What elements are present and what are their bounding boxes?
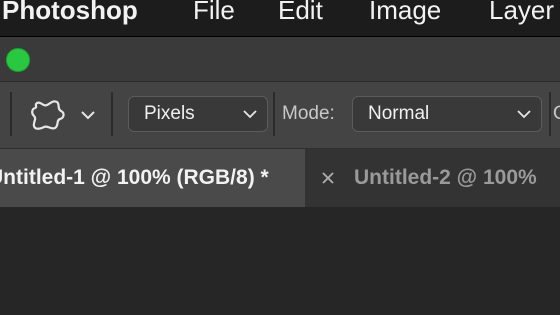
chevron-down-icon	[517, 110, 531, 119]
canvas-workspace[interactable]	[0, 208, 560, 315]
document-tab-active[interactable]: Untitled-1 @ 100% (RGB/8) *	[0, 149, 305, 207]
chevron-down-icon	[243, 110, 257, 119]
menu-image[interactable]: Image	[369, 0, 441, 32]
window-zoom-button[interactable]	[6, 48, 30, 72]
mode-label: Mode:	[282, 103, 335, 124]
units-dropdown[interactable]: Pixels	[128, 96, 268, 132]
chevron-down-icon[interactable]	[80, 109, 96, 121]
units-dropdown-value: Pixels	[144, 103, 195, 124]
document-tab-bar: Untitled-1 @ 100% (RGB/8) * Untitled-2 @…	[0, 149, 560, 208]
window-title-bar	[0, 37, 560, 82]
menu-app-photoshop[interactable]: Photoshop	[2, 0, 138, 32]
tab-title: Untitled-2 @ 100%	[354, 166, 537, 189]
options-divider	[549, 92, 551, 136]
macos-menu-bar: Photoshop File Edit Image Layer	[0, 0, 560, 37]
options-divider	[10, 92, 12, 136]
tab-title: Untitled-1 @ 100% (RGB/8) *	[0, 166, 269, 189]
mode-dropdown-value: Normal	[368, 103, 430, 124]
document-tab[interactable]: Untitled-2 @ 100%	[306, 149, 560, 207]
menu-edit[interactable]: Edit	[278, 0, 323, 32]
truncated-option-label: O	[553, 96, 560, 132]
options-divider	[111, 92, 113, 136]
mode-dropdown[interactable]: Normal	[352, 96, 542, 132]
tool-options-bar: Pixels Mode: Normal O	[0, 82, 560, 149]
puzzle-shape-icon[interactable]	[29, 99, 67, 133]
options-divider	[273, 92, 275, 136]
close-icon[interactable]	[320, 170, 336, 186]
menu-layer[interactable]: Layer	[489, 0, 554, 32]
menu-file[interactable]: File	[193, 0, 235, 32]
